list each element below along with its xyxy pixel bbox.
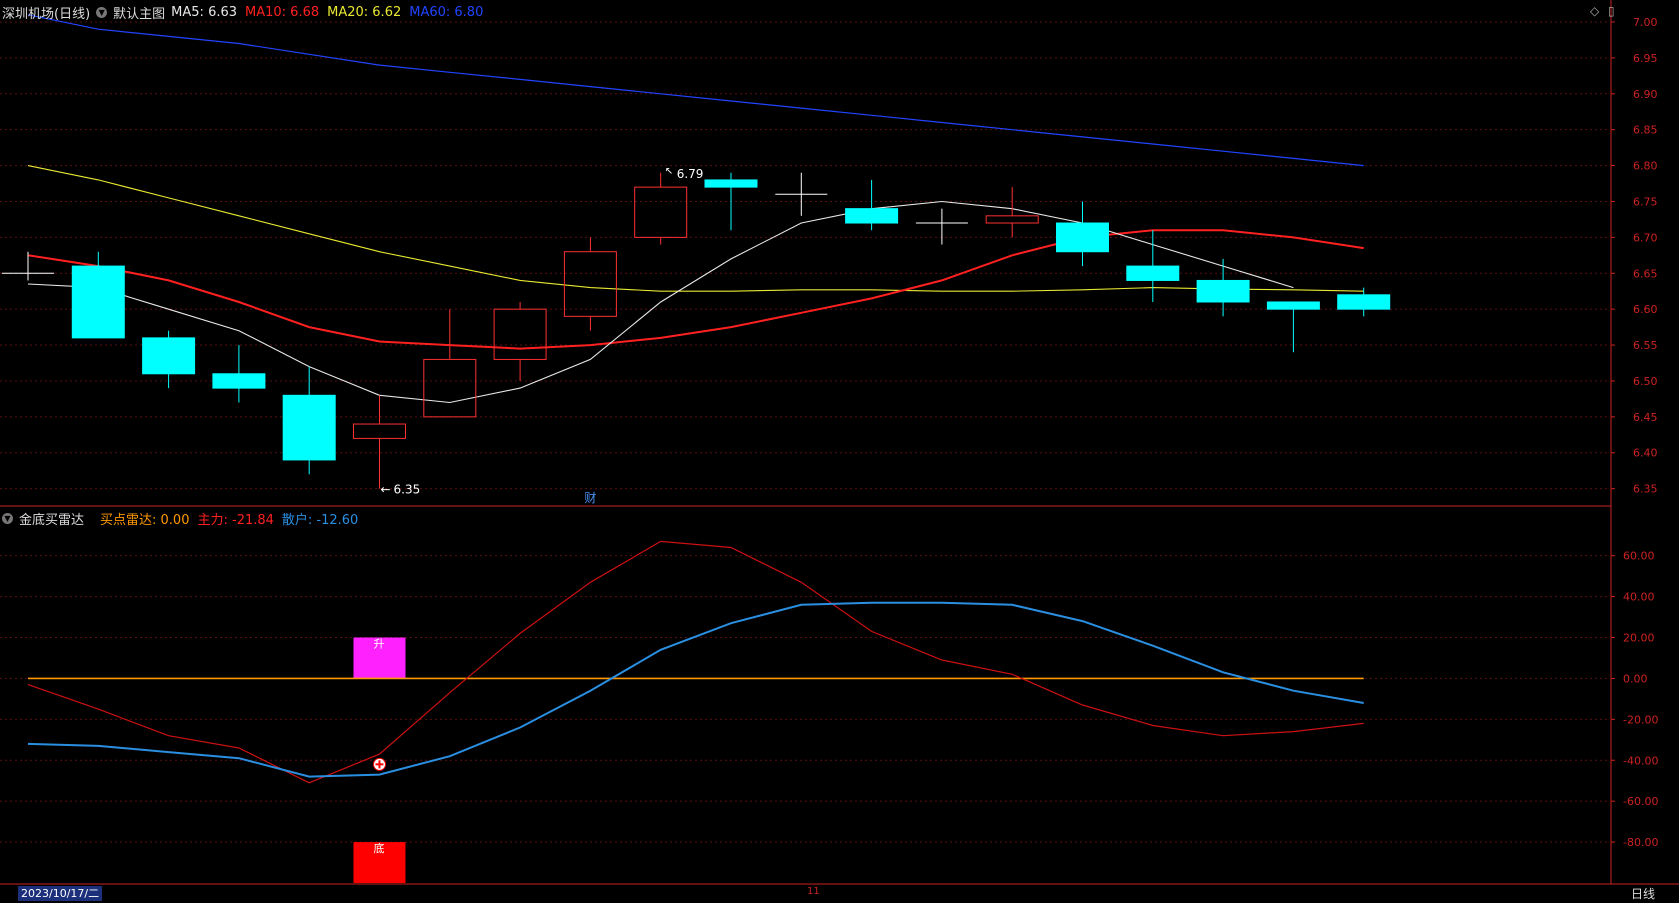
signal-label: 底 (374, 841, 385, 855)
stock-chart-window: 7.00 6.95 6.90 6.85 6.80 6.75 6.70 6.65 6.60 6.55… (0, 0, 1679, 903)
price-tick-label: 6.45 (1633, 411, 1658, 424)
price-tick-label: 6.90 (1633, 88, 1658, 101)
candle-body (845, 208, 899, 224)
candle-body (985, 215, 1039, 224)
candle (845, 179, 899, 231)
high-price-label: 6.79 (677, 167, 704, 181)
candle (1196, 258, 1250, 317)
candle (915, 208, 968, 245)
indicator-tick-label: 60.00 (1623, 550, 1655, 563)
main-chart-header: 深圳机场(日线) ▼ 默认主图 MA5: 6.63 MA10: 6.68 MA20:… (2, 3, 483, 22)
template-dropdown-icon[interactable]: ▼ (96, 6, 108, 18)
ma-legend-item: MA5: 6.63 (171, 4, 238, 20)
ma-legend-item: MA20: 6.62 (327, 4, 402, 20)
candle (563, 237, 617, 331)
candle (353, 395, 406, 489)
price-tick-label: 6.95 (1633, 52, 1658, 65)
price-tick-label: 6.50 (1633, 375, 1658, 388)
main-force-line (27, 540, 1364, 784)
price-tick-label: 6.60 (1633, 303, 1658, 316)
month-marker: 11 (807, 886, 820, 897)
indicator-tick-label: 40.00 (1623, 591, 1655, 604)
candle (71, 251, 125, 339)
candle-body (71, 265, 125, 339)
candle-body (282, 394, 336, 461)
price-tick-label: 6.75 (1633, 195, 1658, 208)
signal-label: 升 (374, 638, 385, 651)
candle (775, 172, 828, 216)
candle-body (212, 373, 266, 389)
indicator-tick-label: -80.00 (1623, 836, 1658, 849)
candle-body (1126, 265, 1180, 281)
low-price-label: 6.35 (394, 483, 421, 497)
candle (704, 172, 758, 231)
price-tick-label: 6.35 (1633, 483, 1658, 496)
diamond-icon[interactable]: ◇ (1590, 4, 1599, 18)
candle (212, 345, 266, 403)
candle (1126, 230, 1180, 302)
candle-body (704, 179, 758, 188)
candle (142, 330, 196, 389)
ma60-line (27, 14, 1364, 167)
candle-body (1196, 279, 1250, 303)
indicator-header: ▼ 金底买雷达 买点雷达: 0.00 主力: -21.84 散户: -12.60 (2, 509, 358, 528)
indicator-tick-label: -40.00 (1623, 754, 1658, 767)
candle-body (563, 251, 617, 317)
chart-canvas[interactable]: 7.00 6.95 6.90 6.85 6.80 6.75 6.70 6.65 6.60 6.55… (0, 0, 1679, 903)
buy-marker-icon (373, 757, 386, 771)
price-tick-label: 6.65 (1633, 267, 1658, 280)
indicator-tick-label: -60.00 (1623, 795, 1658, 808)
candle-body (493, 308, 547, 360)
indicator-tick-label: -20.00 (1623, 713, 1658, 726)
indicator-tick-label: 20.00 (1623, 632, 1655, 645)
price-tick-label: 6.55 (1633, 339, 1658, 352)
candle (1337, 287, 1391, 317)
low-arrow-icon: ← (381, 483, 391, 497)
candle-body (1056, 222, 1109, 253)
indicator-name-label[interactable]: 金底买雷达 (19, 509, 84, 528)
indicator-dropdown-icon[interactable]: ▼ (2, 512, 13, 524)
candle (282, 366, 336, 475)
candle-body (353, 423, 406, 439)
candle-body (142, 337, 196, 375)
candle-body (1337, 294, 1391, 310)
price-tick-label: 6.40 (1633, 447, 1658, 460)
indicator-legend-item: 买点雷达: 0.00 (100, 512, 190, 528)
window-toggle-icon[interactable]: ▯ (1608, 4, 1615, 18)
stock-name-label[interactable]: 深圳机场(日线) (2, 3, 90, 22)
candle (493, 301, 547, 381)
candle (634, 172, 688, 245)
candle (2, 251, 54, 281)
indicator-tick-label: 0.00 (1623, 672, 1648, 685)
candle-body (1266, 301, 1320, 310)
price-tick-label: 6.80 (1633, 160, 1658, 173)
indicator-legend-item: 散户: -12.60 (281, 512, 359, 528)
finance-event-marker: 财 (584, 491, 596, 505)
indicator-legend: 买点雷达: 0.00 主力: -21.84 散户: -12.60 (100, 509, 358, 528)
price-tick-label: 6.70 (1633, 231, 1658, 244)
ma-legend: MA5: 6.63 MA10: 6.68 MA20: 6.62 MA60: 6.80 (171, 5, 483, 20)
price-tick-label: 6.85 (1633, 124, 1658, 137)
period-button[interactable]: 日线 (1631, 885, 1655, 902)
price-tick-label: 7.00 (1633, 16, 1658, 29)
indicator-legend-item: 主力: -21.84 (197, 512, 274, 528)
retail-line (27, 601, 1364, 778)
candle (1056, 201, 1109, 267)
ma-legend-item: MA60: 6.80 (409, 4, 484, 20)
candle-body (634, 186, 688, 238)
cursor-date-label: 2023/10/17/二 (18, 886, 103, 901)
candle-body (423, 358, 477, 418)
high-arrow-icon: ↖ (665, 166, 673, 177)
template-name-label[interactable]: 默认主图 (113, 3, 165, 22)
ma-legend-item: MA10: 6.68 (245, 4, 320, 20)
